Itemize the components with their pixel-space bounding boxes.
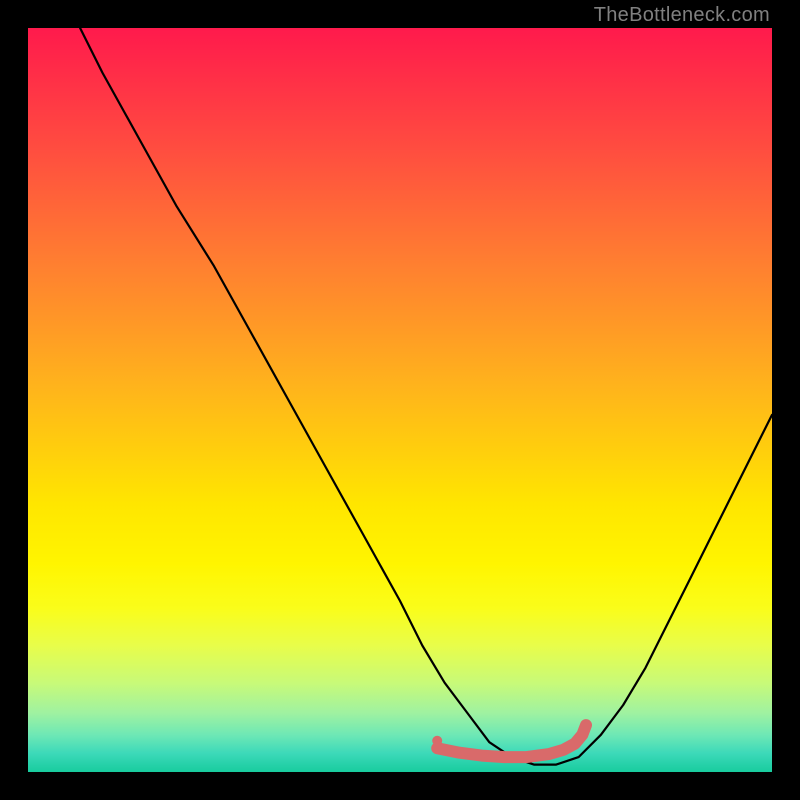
highlight-start-dot <box>432 736 442 746</box>
chart-frame: TheBottleneck.com <box>0 0 800 800</box>
plot-svg <box>28 28 772 772</box>
plot-area <box>28 28 772 772</box>
highlight-segment <box>437 725 586 757</box>
bottleneck-curve <box>80 28 772 765</box>
watermark-text: TheBottleneck.com <box>594 4 770 27</box>
